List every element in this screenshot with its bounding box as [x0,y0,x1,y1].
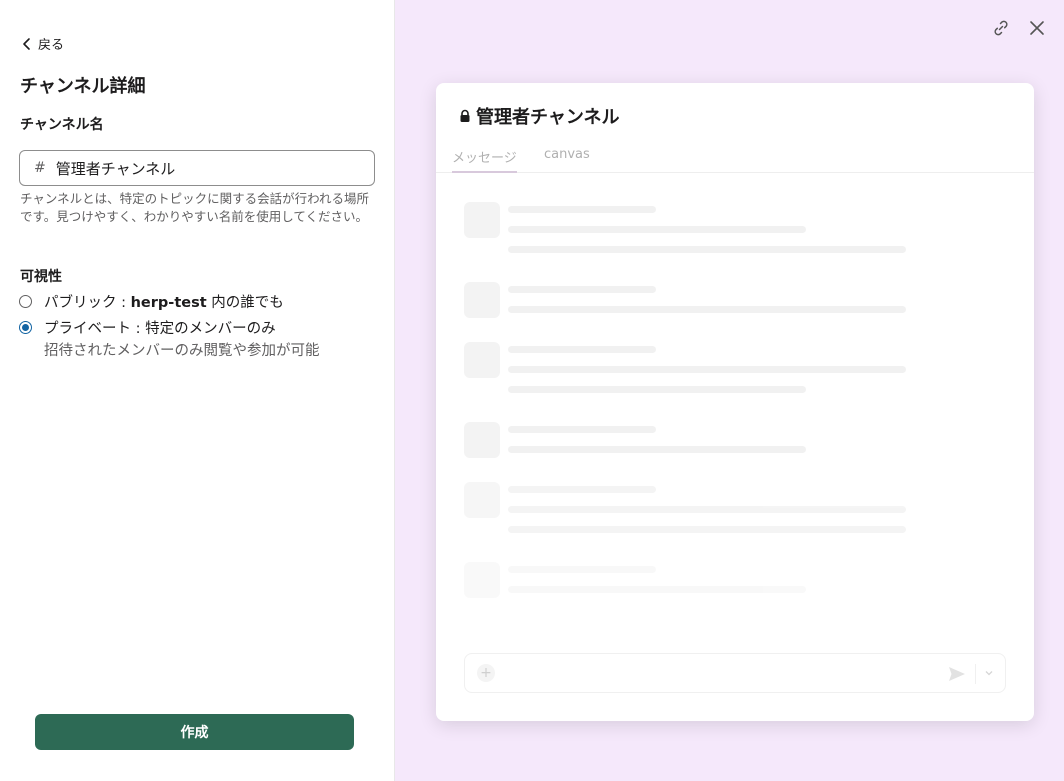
private-radio[interactable] [19,321,32,334]
skeleton-line [508,306,906,313]
page-title: チャンネル詳細 [20,76,146,97]
public-suffix: 内の誰でも [206,295,284,311]
close-icon[interactable] [1027,18,1047,38]
channel-name-help: チャンネルとは、特定のトピックに関する会話が行われる場所です。見つけやすく、わか… [20,191,370,224]
skeleton-line [508,486,656,493]
public-radio[interactable] [19,295,32,308]
preview-channel-title: 管理者チャンネル [458,103,619,129]
skeleton-line [508,246,906,253]
visibility-public-option[interactable]: パブリック : herp-test 内の誰でも [19,291,284,312]
plus-icon: + [477,664,495,682]
hash-icon: # [34,160,46,176]
channel-details-panel: 戻る チャンネル詳細 チャンネル名 # チャンネルとは、特定のトピックに関する会… [0,0,395,781]
channel-name-input[interactable] [55,159,346,177]
visibility-private-option[interactable]: プライベート : 特定のメンバーのみ [19,317,276,338]
preview-channel-name: 管理者チャンネル [476,107,620,128]
workspace-name: herp-test [130,295,207,311]
lock-icon [460,109,470,122]
preview-tabs: メッセージ canvas [436,143,1034,173]
skeleton-line [508,386,806,393]
back-label: 戻る [38,38,65,53]
private-option-description: 招待されたメンバーのみ閲覧や参加が可能 [44,343,320,359]
avatar-skeleton [464,562,500,598]
skeleton-line [508,566,656,573]
link-icon[interactable] [991,18,1011,38]
channel-preview-card: 管理者チャンネル メッセージ canvas + [436,83,1034,721]
create-button[interactable]: 作成 [35,714,354,750]
skeleton-line [508,586,806,593]
chevron-left-icon [23,37,30,50]
divider [975,664,976,684]
skeleton-line [508,226,806,233]
avatar-skeleton [464,422,500,458]
tab-messages: メッセージ [452,147,517,173]
tab-canvas: canvas [544,147,590,162]
avatar-skeleton [464,342,500,378]
private-option-label: プライベート : 特定のメンバーのみ [44,321,276,337]
public-prefix: パブリック : [44,295,131,311]
message-composer: + [464,653,1006,693]
back-button[interactable]: 戻る [20,34,64,53]
channel-name-label: チャンネル名 [20,117,104,133]
skeleton-line [508,366,906,373]
avatar-skeleton [464,202,500,238]
skeleton-line [508,426,656,433]
public-option-label: パブリック : herp-test 内の誰でも [44,291,284,312]
skeleton-line [508,286,656,293]
skeleton-line [508,526,906,533]
avatar-skeleton [464,482,500,518]
channel-name-field[interactable]: # [19,150,375,186]
skeleton-line [508,446,806,453]
chevron-down-icon [985,671,993,676]
visibility-label: 可視性 [20,269,62,285]
avatar-skeleton [464,282,500,318]
skeleton-line [508,346,656,353]
channel-preview-panel: 管理者チャンネル メッセージ canvas + [395,0,1064,781]
skeleton-line [508,506,906,513]
skeleton-line [508,206,656,213]
send-icon [949,667,965,681]
